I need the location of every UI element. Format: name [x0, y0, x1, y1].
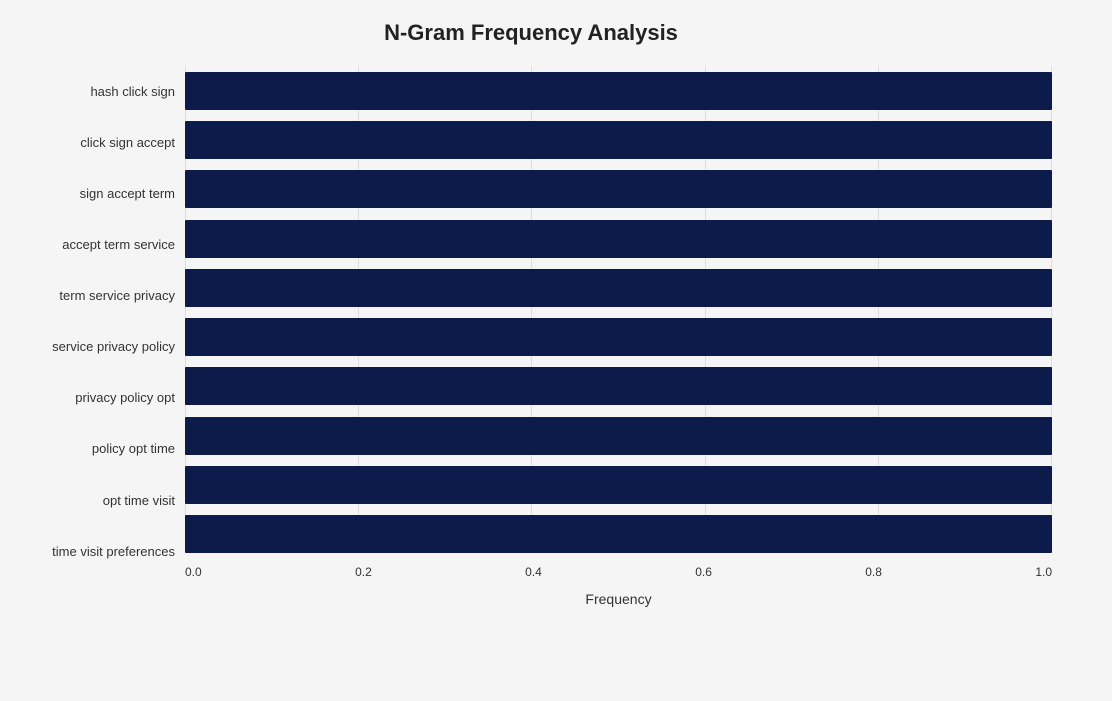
bar	[185, 170, 1052, 208]
x-tick: 0.0	[185, 565, 202, 589]
bar-row	[185, 462, 1052, 508]
bar	[185, 515, 1052, 553]
y-axis-label: hash click sign	[90, 84, 175, 100]
bar	[185, 220, 1052, 258]
x-tick: 0.8	[865, 565, 882, 589]
bar-row	[185, 314, 1052, 360]
bar	[185, 269, 1052, 307]
bar-row	[185, 265, 1052, 311]
bar-row	[185, 413, 1052, 459]
bar	[185, 466, 1052, 504]
bar-row	[185, 68, 1052, 114]
bar-row	[185, 166, 1052, 212]
bars-wrapper	[185, 66, 1052, 559]
chart-area: hash click sign click sign accept sign acc…	[10, 66, 1052, 607]
y-axis-label: sign accept term	[80, 186, 175, 202]
bar-row	[185, 511, 1052, 557]
y-axis-label: click sign accept	[80, 135, 175, 151]
bar	[185, 367, 1052, 405]
y-axis-label: term service privacy	[59, 288, 175, 304]
chart-title: N-Gram Frequency Analysis	[10, 20, 1052, 46]
bar	[185, 121, 1052, 159]
x-tick: 1.0	[1035, 565, 1052, 589]
y-axis-label: policy opt time	[92, 441, 175, 457]
bars-section: 0.0 0.2 0.4 0.6 0.8 1.0 Frequency	[185, 66, 1052, 607]
y-axis-label: opt time visit	[103, 493, 175, 509]
y-axis-label: accept term service	[62, 237, 175, 253]
bar	[185, 72, 1052, 110]
bar-row	[185, 117, 1052, 163]
x-axis-label: Frequency	[185, 591, 1052, 607]
x-axis: 0.0 0.2 0.4 0.6 0.8 1.0	[185, 559, 1052, 589]
y-axis: hash click sign click sign accept sign acc…	[10, 66, 185, 607]
chart-container: N-Gram Frequency Analysis hash click sig…	[0, 0, 1112, 701]
y-axis-label: service privacy policy	[52, 339, 175, 355]
bar	[185, 417, 1052, 455]
bar-row	[185, 363, 1052, 409]
bar	[185, 318, 1052, 356]
y-axis-label: time visit preferences	[52, 544, 175, 560]
y-axis-label: privacy policy opt	[75, 390, 175, 406]
bar-row	[185, 216, 1052, 262]
x-tick: 0.4	[525, 565, 542, 589]
x-tick: 0.2	[355, 565, 372, 589]
x-tick: 0.6	[695, 565, 712, 589]
